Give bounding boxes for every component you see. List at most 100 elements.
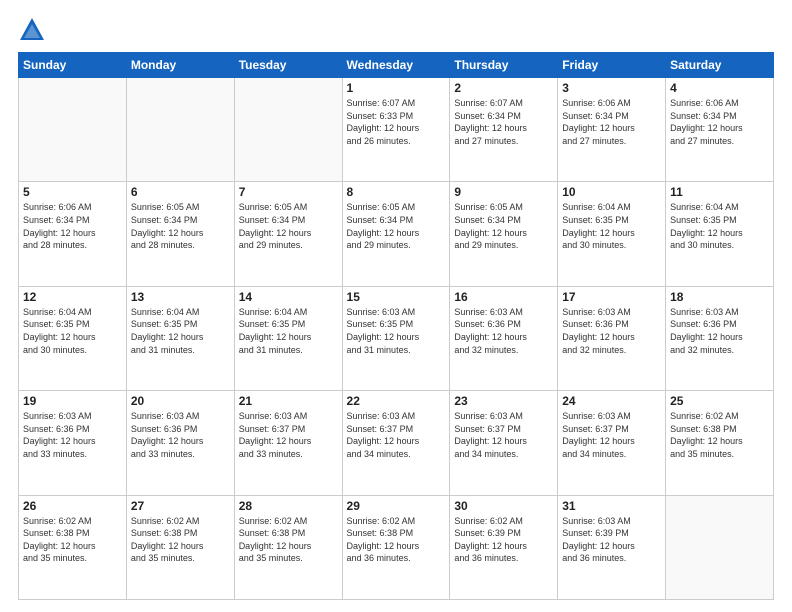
day-number: 13 [131,290,230,304]
day-number: 17 [562,290,661,304]
calendar-cell: 11 Sunrise: 6:04 AM Sunset: 6:35 PM Dayli… [666,182,774,286]
day-number: 22 [347,394,446,408]
day-number: 6 [131,185,230,199]
calendar-cell [666,495,774,599]
cell-info: Sunrise: 6:05 AM Sunset: 6:34 PM Dayligh… [347,201,446,251]
cell-info: Sunrise: 6:02 AM Sunset: 6:38 PM Dayligh… [347,515,446,565]
calendar-cell: 27 Sunrise: 6:02 AM Sunset: 6:38 PM Dayli… [126,495,234,599]
calendar-cell: 22 Sunrise: 6:03 AM Sunset: 6:37 PM Dayli… [342,391,450,495]
cell-info: Sunrise: 6:06 AM Sunset: 6:34 PM Dayligh… [670,97,769,147]
cell-info: Sunrise: 6:05 AM Sunset: 6:34 PM Dayligh… [131,201,230,251]
calendar-cell: 4 Sunrise: 6:06 AM Sunset: 6:34 PM Daylig… [666,78,774,182]
day-number: 15 [347,290,446,304]
calendar-cell: 18 Sunrise: 6:03 AM Sunset: 6:36 PM Dayli… [666,286,774,390]
day-number: 20 [131,394,230,408]
calendar-cell: 20 Sunrise: 6:03 AM Sunset: 6:36 PM Dayli… [126,391,234,495]
cell-info: Sunrise: 6:06 AM Sunset: 6:34 PM Dayligh… [23,201,122,251]
calendar-cell: 8 Sunrise: 6:05 AM Sunset: 6:34 PM Daylig… [342,182,450,286]
calendar-cell: 12Sunrise: 6:04 AM Sunset: 6:35 PM Dayli… [19,286,127,390]
cell-info: Sunrise: 6:02 AM Sunset: 6:38 PM Dayligh… [131,515,230,565]
calendar-cell: 10Sunrise: 6:04 AM Sunset: 6:35 PM Dayli… [558,182,666,286]
calendar-cell: 15Sunrise: 6:03 AM Sunset: 6:35 PM Dayli… [342,286,450,390]
day-number: 27 [131,499,230,513]
calendar-cell: 14 Sunrise: 6:04 AM Sunset: 6:35 PM Dayli… [234,286,342,390]
calendar-cell [126,78,234,182]
calendar-cell: 7 Sunrise: 6:05 AM Sunset: 6:34 PM Daylig… [234,182,342,286]
day-number: 28 [239,499,338,513]
day-number: 4 [670,81,769,95]
cell-info: Sunrise: 6:03 AM Sunset: 6:37 PM Dayligh… [454,410,553,460]
day-number: 8 [347,185,446,199]
weekday-thursday: Thursday [450,53,558,78]
weekday-monday: Monday [126,53,234,78]
day-number: 26 [23,499,122,513]
calendar-cell: 24 Sunrise: 6:03 AM Sunset: 6:37 PM Dayli… [558,391,666,495]
cell-info: Sunrise: 6:05 AM Sunset: 6:34 PM Dayligh… [239,201,338,251]
cell-info: Sunrise: 6:03 AM Sunset: 6:36 PM Dayligh… [131,410,230,460]
calendar-cell: 25 Sunrise: 6:02 AM Sunset: 6:38 PM Dayli… [666,391,774,495]
weekday-tuesday: Tuesday [234,53,342,78]
week-row-1: 1Sunrise: 6:07 AM Sunset: 6:33 PM Daylig… [19,78,774,182]
day-number: 19 [23,394,122,408]
day-number: 11 [670,185,769,199]
calendar-cell: 9 Sunrise: 6:05 AM Sunset: 6:34 PM Daylig… [450,182,558,286]
calendar-cell: 16Sunrise: 6:03 AM Sunset: 6:36 PM Dayli… [450,286,558,390]
calendar-cell [234,78,342,182]
day-number: 25 [670,394,769,408]
cell-info: Sunrise: 6:03 AM Sunset: 6:36 PM Dayligh… [23,410,122,460]
calendar-cell: 13Sunrise: 6:04 AM Sunset: 6:35 PM Dayli… [126,286,234,390]
calendar-table: SundayMondayTuesdayWednesdayThursdayFrid… [18,52,774,600]
cell-info: Sunrise: 6:03 AM Sunset: 6:37 PM Dayligh… [562,410,661,460]
cell-info: Sunrise: 6:04 AM Sunset: 6:35 PM Dayligh… [239,306,338,356]
cell-info: Sunrise: 6:02 AM Sunset: 6:38 PM Dayligh… [670,410,769,460]
cell-info: Sunrise: 6:03 AM Sunset: 6:37 PM Dayligh… [239,410,338,460]
logo [18,16,50,44]
day-number: 9 [454,185,553,199]
week-row-2: 5 Sunrise: 6:06 AM Sunset: 6:34 PM Daylig… [19,182,774,286]
calendar-cell: 19 Sunrise: 6:03 AM Sunset: 6:36 PM Dayli… [19,391,127,495]
cell-info: Sunrise: 6:03 AM Sunset: 6:39 PM Dayligh… [562,515,661,565]
weekday-sunday: Sunday [19,53,127,78]
cell-info: Sunrise: 6:02 AM Sunset: 6:38 PM Dayligh… [23,515,122,565]
calendar-cell: 26 Sunrise: 6:02 AM Sunset: 6:38 PM Dayli… [19,495,127,599]
cell-info: Sunrise: 6:03 AM Sunset: 6:36 PM Dayligh… [670,306,769,356]
cell-info: Sunrise: 6:03 AM Sunset: 6:36 PM Dayligh… [562,306,661,356]
logo-icon [18,16,46,44]
day-number: 24 [562,394,661,408]
day-number: 29 [347,499,446,513]
day-number: 2 [454,81,553,95]
cell-info: Sunrise: 6:02 AM Sunset: 6:39 PM Dayligh… [454,515,553,565]
weekday-wednesday: Wednesday [342,53,450,78]
week-row-3: 12 Sunrise: 6:04 AM Sunset: 6:35 PM Dayli… [19,286,774,390]
cell-info: Sunrise: 6:03 AM Sunset: 6:37 PM Dayligh… [347,410,446,460]
week-row-5: 26 Sunrise: 6:02 AM Sunset: 6:38 PM Dayli… [19,495,774,599]
cell-info: Sunrise: 6:07 AM Sunset: 6:34 PM Dayligh… [454,97,553,147]
calendar-cell: 1Sunrise: 6:07 AM Sunset: 6:33 PM Daylig… [342,78,450,182]
day-number: 3 [562,81,661,95]
day-number: 18 [670,290,769,304]
day-number: 12 [23,290,122,304]
day-number: 7 [239,185,338,199]
page: SundayMondayTuesdayWednesdayThursdayFrid… [0,0,792,612]
day-number: 23 [454,394,553,408]
cell-info: Sunrise: 6:06 AM Sunset: 6:34 PM Dayligh… [562,97,661,147]
calendar-cell [19,78,127,182]
calendar-cell: 28 Sunrise: 6:02 AM Sunset: 6:38 PM Dayli… [234,495,342,599]
calendar-cell: 6 Sunrise: 6:05 AM Sunset: 6:34 PM Daylig… [126,182,234,286]
header [18,16,774,44]
day-number: 14 [239,290,338,304]
day-number: 1 [347,81,446,95]
cell-info: Sunrise: 6:04 AM Sunset: 6:35 PM Dayligh… [670,201,769,251]
calendar-cell: 31Sunrise: 6:03 AM Sunset: 6:39 PM Dayli… [558,495,666,599]
weekday-friday: Friday [558,53,666,78]
calendar-cell: 5 Sunrise: 6:06 AM Sunset: 6:34 PM Daylig… [19,182,127,286]
cell-info: Sunrise: 6:05 AM Sunset: 6:34 PM Dayligh… [454,201,553,251]
calendar-cell: 23 Sunrise: 6:03 AM Sunset: 6:37 PM Dayli… [450,391,558,495]
calendar-cell: 2 Sunrise: 6:07 AM Sunset: 6:34 PM Daylig… [450,78,558,182]
day-number: 5 [23,185,122,199]
calendar-cell: 30Sunrise: 6:02 AM Sunset: 6:39 PM Dayli… [450,495,558,599]
day-number: 21 [239,394,338,408]
week-row-4: 19 Sunrise: 6:03 AM Sunset: 6:36 PM Dayli… [19,391,774,495]
cell-info: Sunrise: 6:02 AM Sunset: 6:38 PM Dayligh… [239,515,338,565]
weekday-saturday: Saturday [666,53,774,78]
